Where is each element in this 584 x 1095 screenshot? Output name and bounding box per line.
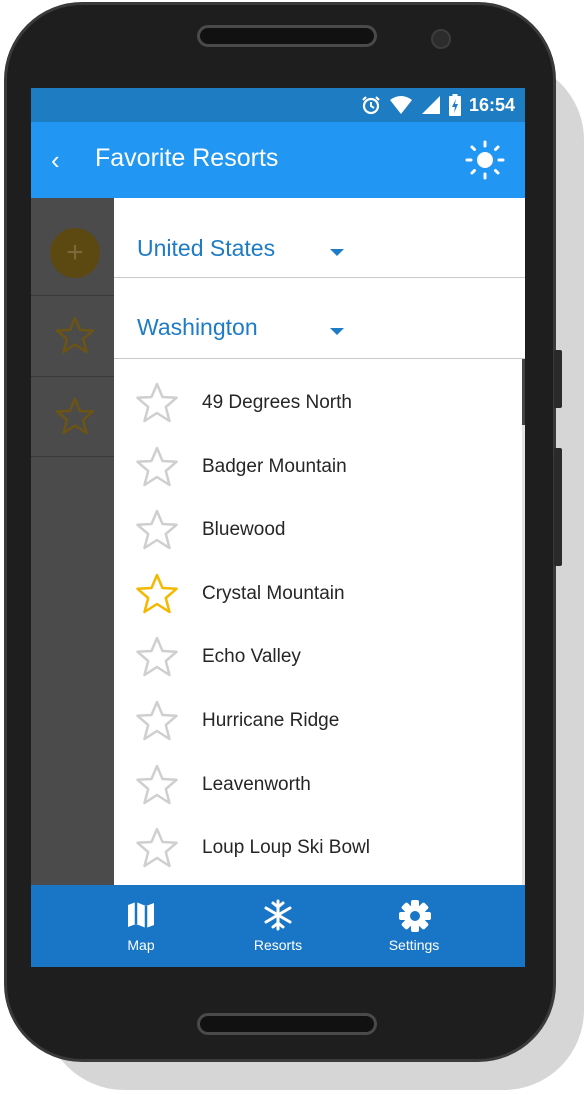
nav-map[interactable]: Map [81,885,201,967]
app-bar: ‹ Favorite Resorts [31,122,525,198]
resort-list-item[interactable]: Badger Mountain [114,435,519,499]
resort-list-item[interactable]: Hurricane Ridge [114,689,519,753]
country-value: United States [137,235,276,261]
nav-resorts-label: Resorts [253,937,303,953]
wifi-icon [389,96,412,114]
star-outline-icon[interactable] [135,382,179,424]
star-outline-icon[interactable] [135,764,179,806]
chevron-down-icon [330,328,344,335]
page-title: Favorite Resorts [95,144,279,172]
star-outline-icon[interactable] [135,509,179,551]
resort-list-item[interactable]: 49 Degrees North [114,371,519,435]
alarm-icon [362,96,380,115]
resort-list-item[interactable]: Echo Valley [114,625,519,689]
sun-icon[interactable] [465,140,505,180]
status-time: 16:54 [468,94,515,115]
bottom-speaker [197,1013,377,1035]
state-dropdown[interactable]: Washington [114,279,525,359]
resort-name: Crystal Mountain [202,582,345,604]
map-icon [128,902,154,928]
status-bar: 16:54 [31,88,525,122]
chevron-down-icon [330,249,344,256]
cell-signal-icon [421,96,440,114]
front-camera [431,29,451,49]
resort-picker-dialog: United States Washington 49 Degrees Nort… [114,198,525,885]
volume-button [554,350,562,408]
background-favorite-row [31,376,114,457]
resort-name: Hurricane Ridge [202,710,340,731]
star-outline-icon[interactable] [135,827,179,869]
star-outline-icon[interactable] [135,700,179,742]
resort-list-item[interactable]: Leavenworth [114,753,519,817]
nav-resorts[interactable]: Resorts [218,885,338,967]
country-dropdown[interactable]: United States [114,198,525,278]
resort-list: 49 Degrees North Badger Mountain Bluewood C… [114,359,525,885]
nav-settings-label: Settings [388,937,440,953]
resort-name: Leavenworth [202,773,311,795]
bottom-navigation: Map Resorts Settings [31,885,525,967]
scrollbar-thumb[interactable] [522,359,525,425]
star-icon [55,397,95,435]
resort-name: 49 Degrees North [202,392,352,413]
resort-name: Bluewood [202,519,286,541]
resort-list-item[interactable]: Loup Loup Ski Bowl [114,816,519,880]
state-value: Washington [137,314,258,340]
back-icon[interactable]: ‹ [51,142,81,178]
star-outline-icon[interactable] [135,636,179,678]
resort-name: Badger Mountain [202,455,347,477]
resort-name: Echo Valley [202,646,301,668]
snowflake-icon [264,899,292,931]
background-favorite-row [31,295,114,376]
resort-list-item[interactable]: Bluewood [114,498,519,562]
star-outline-icon[interactable] [135,446,179,488]
star-icon [55,316,95,354]
nav-settings[interactable]: Settings [354,885,474,967]
top-speaker [197,25,377,47]
nav-map-label: Map [127,937,155,953]
resort-list-item[interactable]: Crystal Mountain [114,562,519,626]
resort-name: Loup Loup Ski Bowl [202,837,370,859]
star-filled-icon[interactable] [135,573,179,615]
list-scrollbar[interactable] [522,359,525,885]
add-favorite-fab: + [50,228,100,278]
device-screen: 16:54 ‹ Favorite Resorts + United States… [31,88,525,967]
power-button [554,448,562,566]
gear-icon [399,900,431,932]
battery-charging-icon [448,94,461,116]
